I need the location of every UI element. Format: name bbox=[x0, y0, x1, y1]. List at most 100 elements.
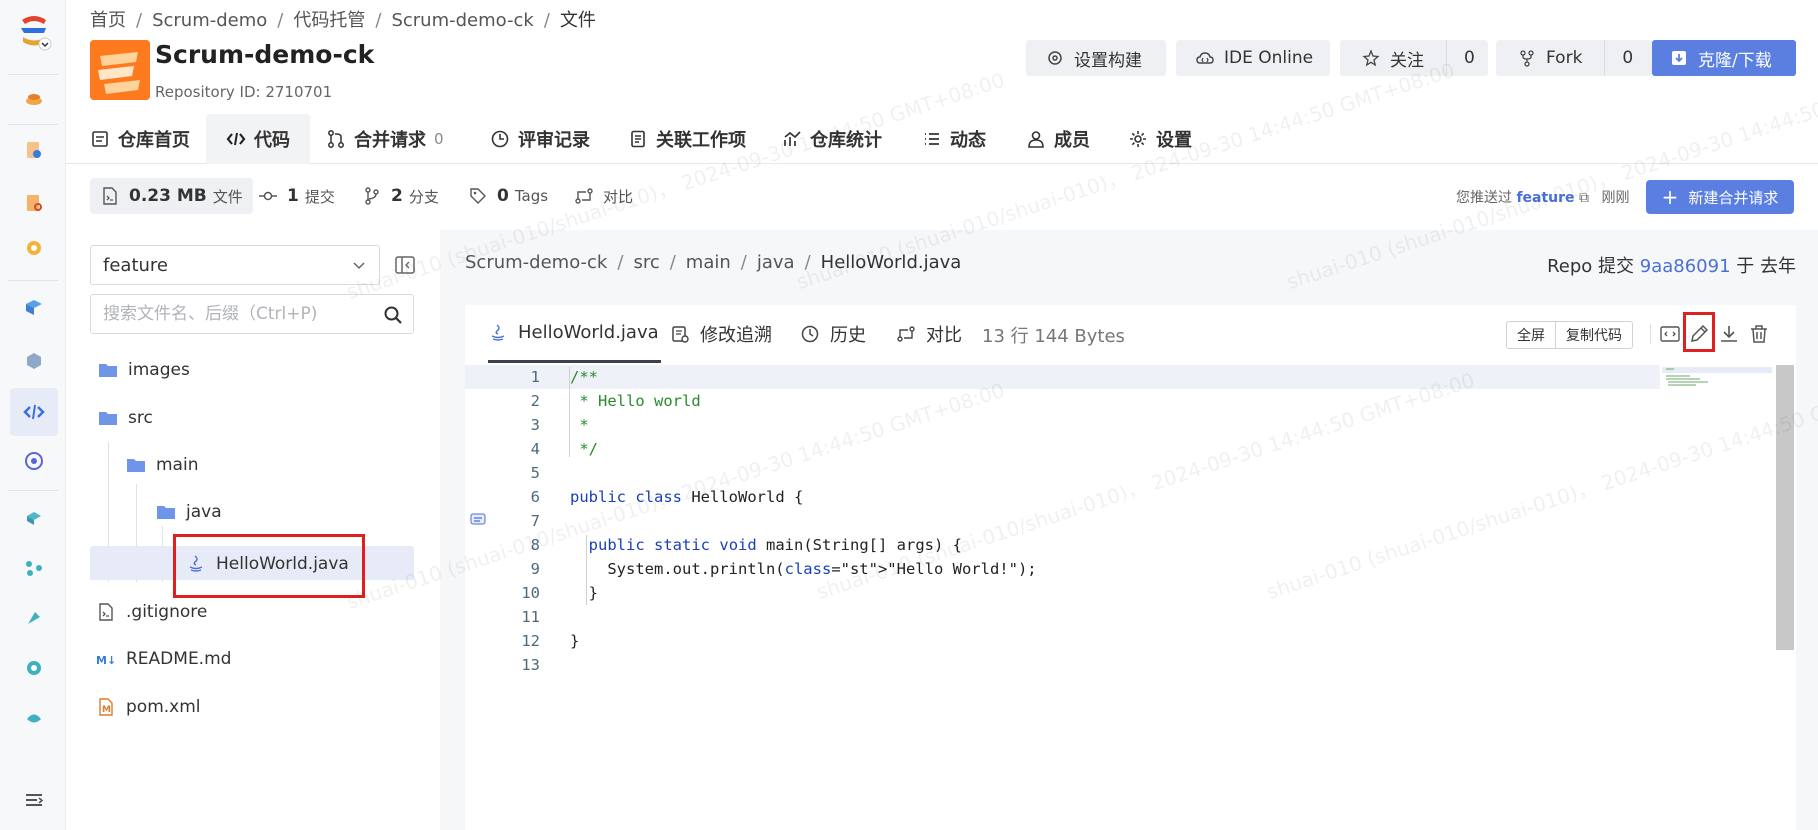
code-text: } bbox=[570, 584, 598, 602]
code-minimap[interactable] bbox=[1660, 365, 1778, 395]
tree-item-java[interactable]: java bbox=[156, 494, 222, 530]
fullscreen-button[interactable]: 全屏 bbox=[1507, 322, 1555, 348]
copy-code-button[interactable]: 复制代码 bbox=[1555, 322, 1632, 348]
file-code-icon bbox=[96, 602, 116, 622]
tree-item-src[interactable]: src bbox=[98, 400, 153, 436]
rail-box-icon[interactable] bbox=[19, 292, 49, 322]
file-tab-label: HelloWorld.java bbox=[518, 322, 659, 343]
code-text: public class HelloWorld { bbox=[570, 488, 804, 506]
breadcrumb-home[interactable]: 首页 bbox=[90, 10, 126, 31]
download-file-icon[interactable] bbox=[1718, 323, 1740, 345]
user-icon bbox=[1026, 129, 1046, 149]
repo-size-stat[interactable]: 0.23 MB 文件 bbox=[90, 178, 253, 214]
code-text: * Hello world bbox=[570, 392, 701, 410]
new-merge-request-label: 新建合并请求 bbox=[1688, 188, 1779, 207]
rail-target-icon[interactable] bbox=[19, 446, 49, 476]
path-segment[interactable]: Scrum-demo-ck bbox=[465, 252, 607, 273]
rail-divider bbox=[8, 490, 58, 491]
file-search-input[interactable] bbox=[103, 304, 373, 324]
tree-item-images[interactable]: images bbox=[98, 352, 190, 388]
tab-repo-home[interactable]: 仓库首页 bbox=[90, 114, 190, 164]
tags-stat[interactable]: 0 Tags bbox=[468, 178, 548, 214]
rail-badge-icon[interactable] bbox=[19, 233, 49, 263]
code-text: /** bbox=[570, 368, 598, 386]
collapse-sidebar-icon[interactable] bbox=[394, 254, 416, 276]
branch-selector[interactable]: feature bbox=[90, 245, 380, 285]
tree-item-gitignore[interactable]: .gitignore bbox=[96, 594, 207, 630]
tab-linked-work-items[interactable]: 关联工作项 bbox=[628, 114, 746, 164]
rail-divider bbox=[8, 280, 58, 281]
commit-prefix: Repo 提交 bbox=[1547, 256, 1635, 277]
indent-guide bbox=[569, 367, 570, 457]
rail-service-icon[interactable] bbox=[19, 703, 49, 733]
rail-pipeline-icon[interactable] bbox=[19, 553, 49, 583]
tab-settings[interactable]: 设置 bbox=[1128, 114, 1192, 164]
tab-repo-stats[interactable]: 仓库统计 bbox=[782, 114, 882, 164]
rail-requirement-icon[interactable] bbox=[19, 135, 49, 165]
watch-count[interactable]: 0 bbox=[1446, 40, 1492, 76]
commits-stat[interactable]: 1 提交 bbox=[258, 178, 335, 214]
app-logo-icon[interactable] bbox=[16, 12, 52, 56]
tab-activity[interactable]: 动态 bbox=[922, 114, 986, 164]
clone-download-button[interactable]: 克隆/下载 bbox=[1652, 40, 1796, 76]
line-number: 4 bbox=[530, 440, 540, 458]
comment-icon[interactable] bbox=[470, 512, 486, 528]
path-segment[interactable]: main bbox=[686, 252, 731, 273]
tab-code[interactable]: 代码 bbox=[206, 114, 310, 164]
tab-merge-requests[interactable]: 合并请求 0 bbox=[326, 114, 444, 164]
search-icon[interactable] bbox=[383, 305, 403, 325]
code-text: } bbox=[570, 632, 580, 650]
path-segment[interactable]: src bbox=[633, 252, 659, 273]
java-file-icon bbox=[488, 323, 508, 343]
tab-compare[interactable]: 对比 bbox=[896, 305, 962, 363]
rail-gear-flower-icon[interactable] bbox=[19, 653, 49, 683]
copy-icon[interactable]: ⧉ bbox=[1579, 190, 1589, 206]
code-vertical-scrollbar[interactable] bbox=[1776, 365, 1794, 650]
code-viewer[interactable]: 1 /** 2 * Hello world 3 * 4 */ 5 6 publi… bbox=[465, 365, 1796, 830]
pushed-branch-link[interactable]: feature bbox=[1516, 190, 1574, 206]
watch-button[interactable]: 关注 0 bbox=[1340, 40, 1488, 76]
code-line: 2 * Hello world bbox=[465, 389, 1660, 413]
delete-file-icon[interactable] bbox=[1748, 323, 1770, 345]
rail-doc-search-icon[interactable] bbox=[19, 188, 49, 218]
tab-review-records[interactable]: 评审记录 bbox=[490, 114, 590, 164]
highlight-box bbox=[173, 534, 365, 598]
push-time: 刚刚 bbox=[1601, 190, 1630, 206]
new-merge-request-button[interactable]: + 新建合并请求 bbox=[1646, 180, 1794, 214]
embed-code-icon[interactable] bbox=[1659, 323, 1681, 345]
ide-online-button[interactable]: IDE Online bbox=[1176, 40, 1330, 76]
file-search-box[interactable] bbox=[90, 294, 414, 334]
file-code-icon bbox=[100, 186, 120, 206]
settings-build-button[interactable]: 设置构建 bbox=[1026, 40, 1166, 76]
breadcrumb-project[interactable]: Scrum-demo bbox=[152, 10, 267, 31]
tree-item-pom[interactable]: M pom.xml bbox=[96, 689, 201, 725]
rail-coffee-icon[interactable] bbox=[19, 82, 49, 112]
tree-item-main[interactable]: main bbox=[126, 447, 198, 483]
tab-history[interactable]: 历史 bbox=[800, 305, 866, 363]
fork-button[interactable]: Fork 0 bbox=[1496, 40, 1652, 76]
branches-stat[interactable]: 2 分支 bbox=[362, 178, 439, 214]
indent-guide bbox=[586, 535, 587, 605]
fork-count[interactable]: 0 bbox=[1604, 40, 1650, 76]
expand-menu-icon[interactable] bbox=[19, 786, 49, 816]
commits-label: 提交 bbox=[304, 187, 335, 206]
path-segment[interactable]: java bbox=[757, 252, 795, 273]
rail-cube-icon[interactable] bbox=[19, 346, 49, 376]
blame-icon bbox=[670, 324, 690, 344]
tab-file-content[interactable]: HelloWorld.java bbox=[488, 305, 661, 363]
compare-stat[interactable]: 对比 bbox=[574, 178, 633, 214]
line-number: 13 bbox=[521, 656, 540, 674]
breadcrumb-repo[interactable]: Scrum-demo-ck bbox=[391, 10, 533, 31]
left-nav-rail bbox=[0, 0, 66, 830]
tab-blame[interactable]: 修改追溯 bbox=[670, 305, 772, 363]
breadcrumb-code-hosting[interactable]: 代码托管 bbox=[293, 10, 365, 31]
rail-code-icon[interactable] bbox=[10, 388, 58, 436]
rail-deploy-icon[interactable] bbox=[19, 603, 49, 633]
rail-build-icon[interactable] bbox=[19, 503, 49, 533]
tab-members[interactable]: 成员 bbox=[1026, 114, 1090, 164]
tab-label: 仓库首页 bbox=[118, 130, 190, 151]
tree-item-readme[interactable]: M↓ README.md bbox=[96, 641, 231, 677]
line-number: 5 bbox=[530, 464, 540, 482]
ide-online-label: IDE Online bbox=[1224, 48, 1314, 68]
commit-hash-link[interactable]: 9aa86091 bbox=[1640, 256, 1731, 277]
